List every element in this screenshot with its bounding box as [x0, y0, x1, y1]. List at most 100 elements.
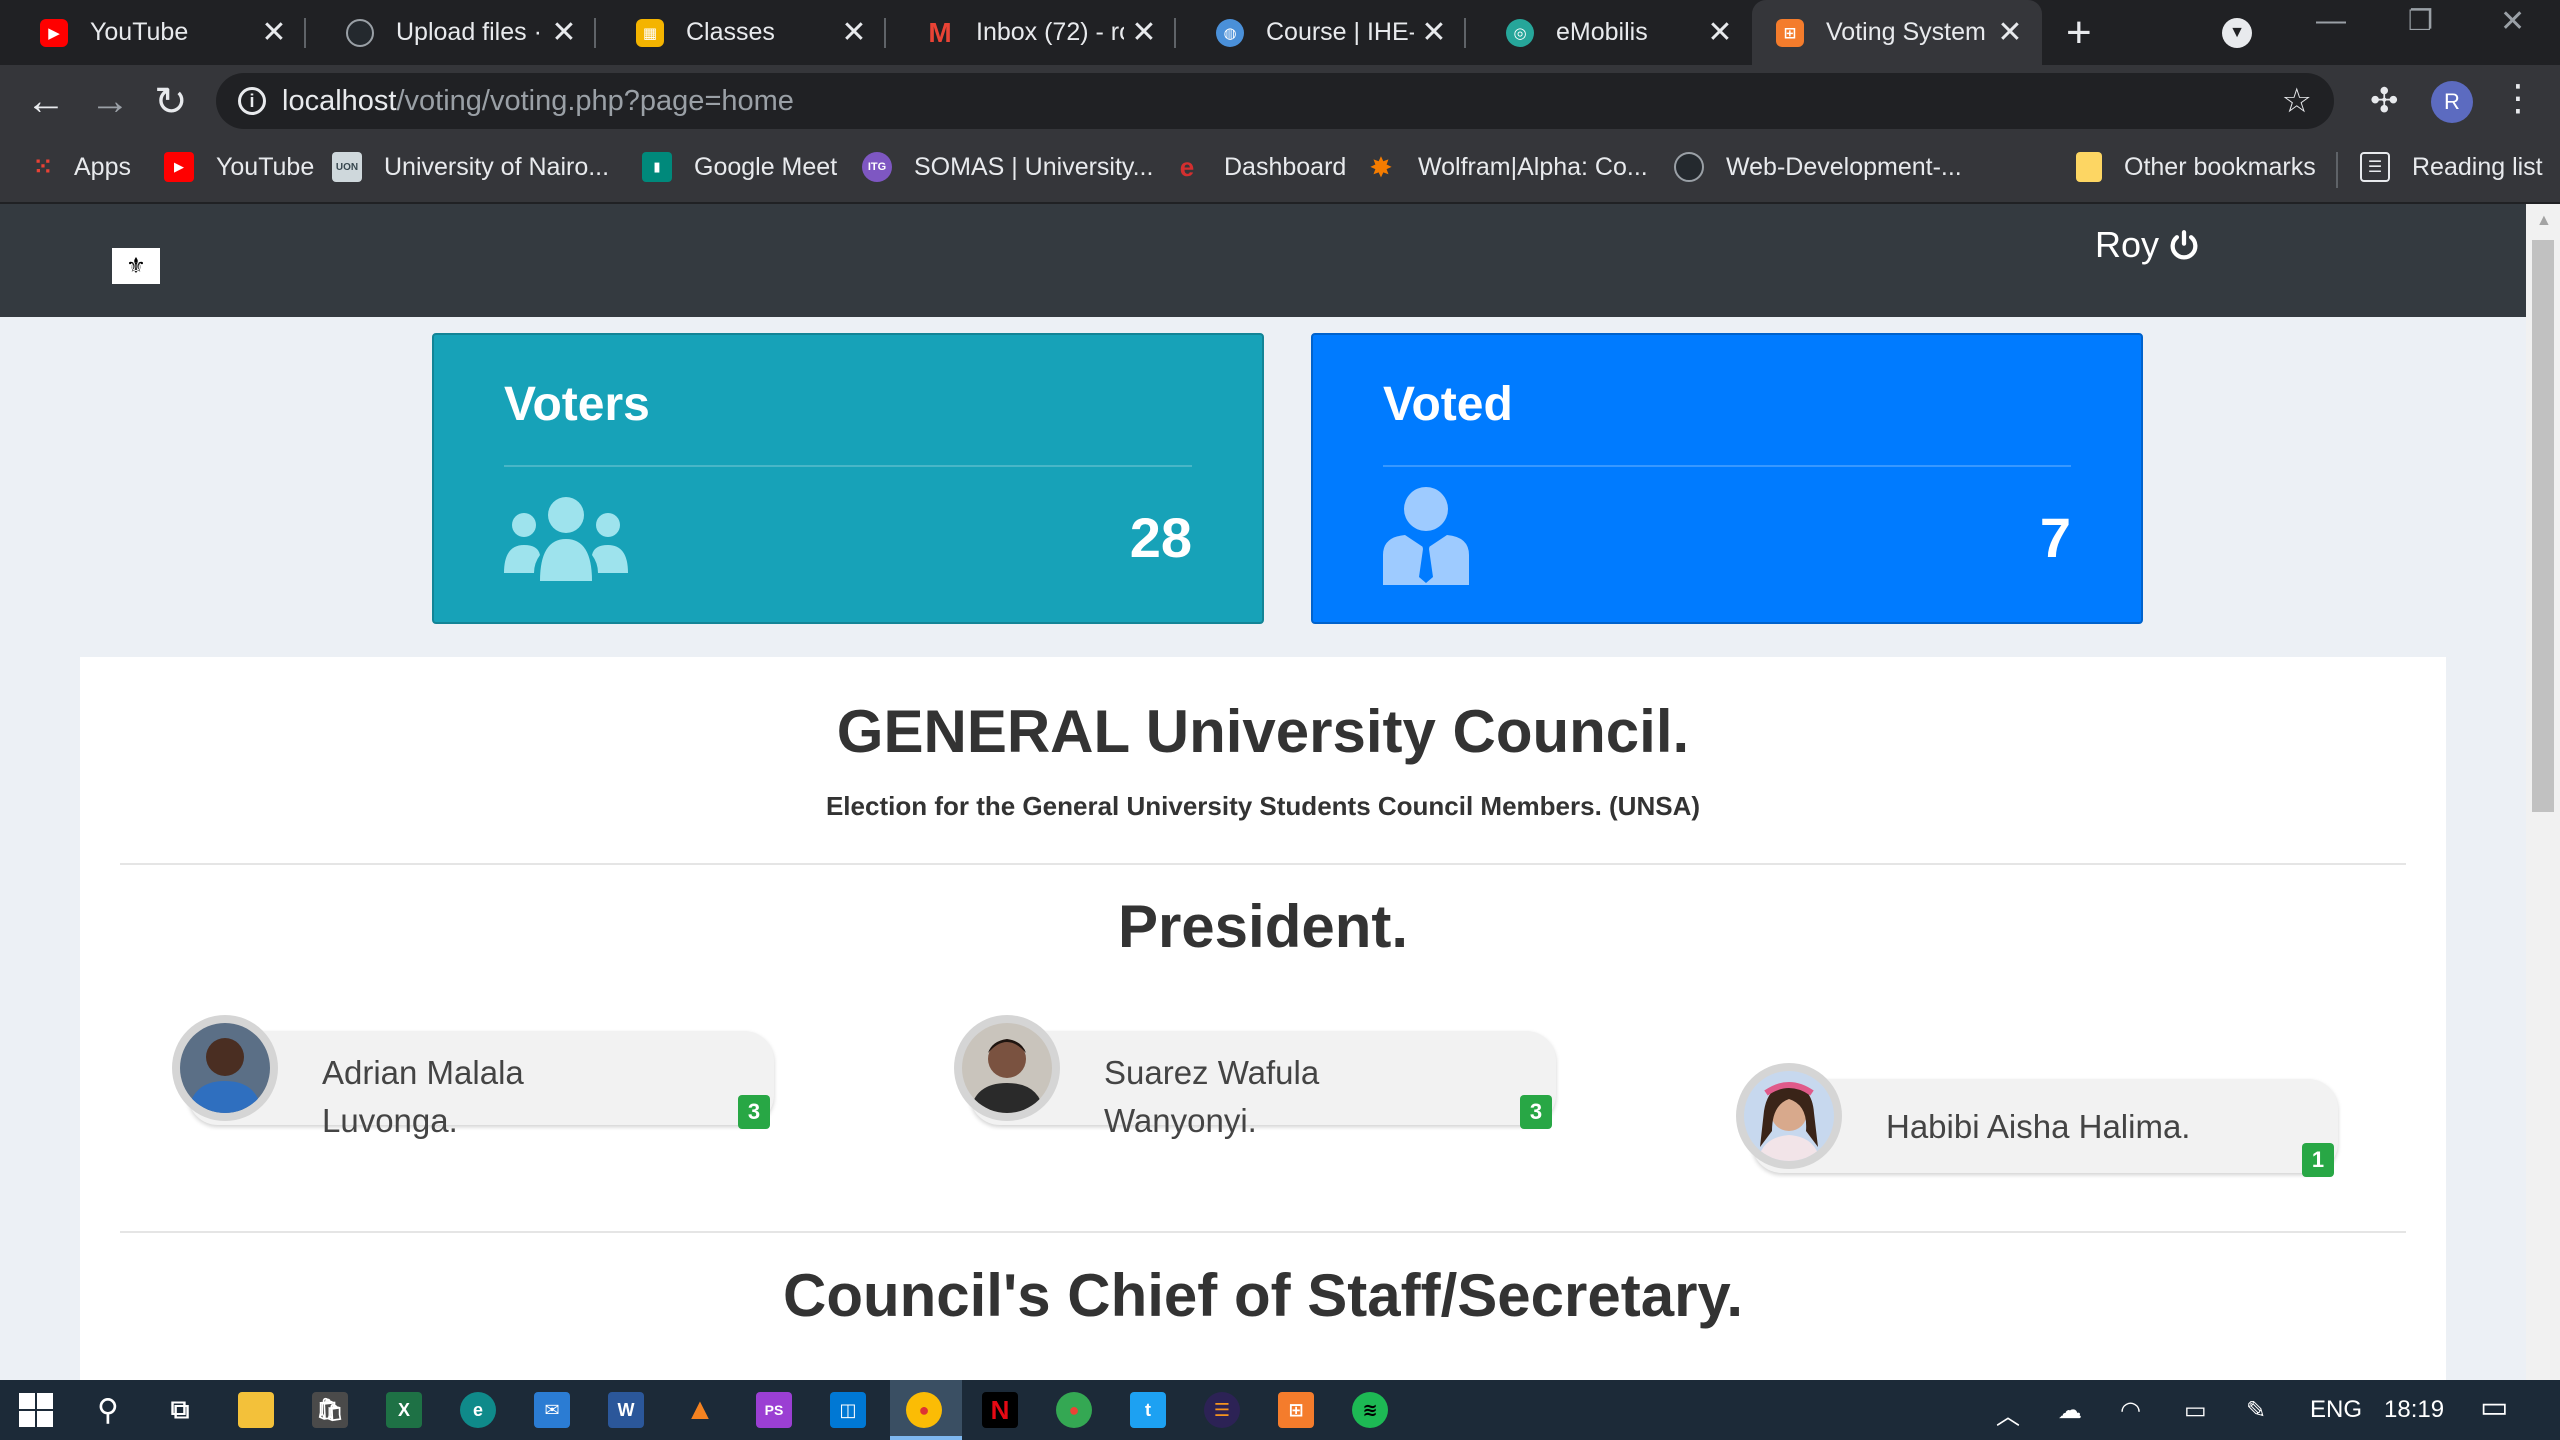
tab-gmail-inbox[interactable]: M Inbox (72) - ror ✕ [886, 0, 1176, 65]
twitter-icon[interactable]: t [1130, 1392, 1166, 1428]
bookmark-university-of-nairobi[interactable]: UON University of Nairo... [332, 152, 609, 182]
election-description: Election for the General University Stud… [825, 791, 1701, 821]
word-icon[interactable]: W [608, 1392, 644, 1428]
file-explorer-icon[interactable] [238, 1392, 274, 1428]
bookmark-wolfram-alpha[interactable]: ✸ Wolfram|Alpha: Co... [1366, 152, 1648, 183]
tab-github-upload[interactable]: Upload files · H ✕ [306, 0, 596, 65]
close-icon[interactable]: ✕ [1124, 15, 1164, 50]
candidate-name: Habibi Aisha Halima. [1886, 1108, 2191, 1145]
mail-icon[interactable]: ✉ [534, 1392, 570, 1428]
microsoft-store-icon[interactable]: 🛍 [312, 1392, 348, 1428]
user-menu[interactable]: Roy [2095, 224, 2201, 266]
tab-youtube[interactable]: ▶ YouTube ✕ [0, 0, 306, 65]
page-scrollbar[interactable]: ▲ [2526, 204, 2560, 1380]
bookmarks-bar: ⁙ Apps ▶ YouTube UON University of Nairo… [0, 140, 2560, 203]
browser-toolbar: ← → ↻ i localhost/voting/voting.php?page… [0, 65, 2560, 140]
tab-voting-system[interactable]: ⊞ Voting System ✕ [1752, 0, 2042, 65]
bookmark-youtube[interactable]: ▶ YouTube [164, 152, 314, 182]
reading-list[interactable]: ☰ Reading list [2360, 152, 2543, 182]
close-icon[interactable]: ✕ [834, 15, 874, 50]
candidate-avatar [962, 1023, 1052, 1113]
power-icon[interactable] [2167, 228, 2201, 262]
page-viewport: ⚜ Roy Voters 28 Voted 7 GENERAL Universi… [0, 204, 2526, 1380]
show-hidden-icons-chevron-icon[interactable]: ︿ [1996, 1396, 2020, 1431]
spotify-icon[interactable]: ≋ [1352, 1392, 1388, 1428]
extensions-puzzle-icon[interactable]: ✣ [2370, 81, 2399, 121]
action-center-notification-icon[interactable]: ▭ [2480, 1390, 2508, 1425]
chrome-icon[interactable]: ● [906, 1392, 942, 1428]
close-icon[interactable]: ✕ [1700, 15, 1740, 50]
battery-icon[interactable]: ▭ [2184, 1396, 2207, 1425]
task-view-icon[interactable]: ⧉ [162, 1392, 198, 1428]
candidate-card[interactable]: Suarez Wafula Wanyonyi. 3 [954, 1015, 1556, 1139]
back-icon[interactable]: ← [26, 79, 66, 124]
bookmark-google-meet[interactable]: ▮ Google Meet [642, 152, 837, 182]
bookmark-dashboard[interactable]: e Dashboard [1172, 152, 1347, 182]
phpstorm-icon[interactable]: PS [756, 1392, 792, 1428]
search-icon[interactable]: ⚲ [90, 1392, 126, 1428]
candidate-name: Adrian Malala Luvonga. [322, 1054, 524, 1139]
wifi-icon[interactable]: ◠ [2120, 1396, 2141, 1425]
voted-stat-card: Voted 7 [1311, 333, 2143, 624]
address-bar[interactable]: i localhost/voting/voting.php?page=home … [216, 73, 2334, 129]
user-name: Roy [2095, 224, 2160, 265]
tab-title: YouTube [90, 18, 189, 46]
forward-icon[interactable]: → [90, 79, 130, 124]
clock-time[interactable]: 18:19 [2384, 1396, 2444, 1424]
course-icon: ◍ [1216, 18, 1244, 47]
minimize-icon[interactable]: — [2316, 4, 2346, 38]
excel-icon[interactable]: X [386, 1392, 422, 1428]
itg-icon: ITG [862, 152, 892, 182]
onedrive-cloud-icon[interactable]: ☁ [2058, 1396, 2082, 1425]
reading-list-icon: ☰ [2360, 152, 2390, 182]
url-text[interactable]: localhost/voting/voting.php?page=home [282, 85, 794, 118]
chrome-menu-icon[interactable]: ⋮ [2500, 77, 2536, 119]
tab-title: Voting System [1826, 18, 1986, 46]
candidate-card[interactable]: Habibi Aisha Halima. 1 [1736, 1063, 2338, 1177]
bookmark-somas[interactable]: ITG SOMAS | University... [862, 152, 1153, 182]
window-close-icon[interactable]: ✕ [2500, 4, 2525, 39]
chrome-alt-icon[interactable]: ● [1056, 1392, 1092, 1428]
position-title-president: President. [1117, 893, 1409, 960]
close-icon[interactable]: ✕ [254, 15, 294, 50]
site-info-icon[interactable]: i [238, 87, 266, 115]
bookmark-web-development[interactable]: Web-Development-... [1674, 152, 1962, 182]
netflix-icon[interactable]: N [982, 1392, 1018, 1428]
tab-search-icon[interactable]: ▼ [2222, 18, 2252, 48]
windows-start-icon[interactable] [18, 1392, 54, 1428]
candidate-avatar [180, 1023, 270, 1113]
apps-grid-icon: ⁙ [33, 154, 53, 179]
language-indicator[interactable]: ENG [2310, 1396, 2362, 1424]
bookmark-label: Web-Development-... [1726, 152, 1962, 181]
position-title-chief-of-staff: Council's Chief of Staff/Secretary. [782, 1262, 1744, 1329]
tab-classes[interactable]: ▦ Classes ✕ [596, 0, 886, 65]
candidate-card[interactable]: Adrian Malala Luvonga. 3 [172, 1015, 774, 1139]
pen-workspace-icon[interactable]: ✎ [2246, 1396, 2266, 1425]
vlc-icon[interactable]: ▲ [682, 1392, 718, 1428]
site-navbar: ⚜ Roy [0, 204, 2526, 317]
tab-course[interactable]: ◍ Course | IHE-01 ✕ [1176, 0, 1466, 65]
bookmark-label: Apps [74, 152, 131, 181]
close-icon[interactable]: ✕ [1414, 15, 1454, 50]
restore-icon[interactable]: ❐ [2408, 4, 2433, 37]
site-logo[interactable]: ⚜ [112, 248, 160, 284]
new-tab-icon[interactable]: + [2066, 8, 2092, 58]
close-icon[interactable]: ✕ [544, 15, 584, 50]
close-icon[interactable]: ✕ [1990, 15, 2030, 50]
edge-icon[interactable]: e [460, 1392, 496, 1428]
reload-icon[interactable]: ↻ [154, 79, 188, 125]
bookmark-other-bookmarks[interactable]: Other bookmarks [2076, 152, 2316, 182]
xampp-icon[interactable]: ⊞ [1278, 1392, 1314, 1428]
gmail-icon: M [928, 16, 952, 48]
bookmark-star-icon[interactable]: ☆ [2282, 81, 2312, 121]
classroom-icon: ▦ [636, 18, 664, 47]
scroll-up-icon[interactable]: ▲ [2536, 212, 2552, 230]
bookmark-label: Wolfram|Alpha: Co... [1418, 152, 1648, 181]
bookmark-apps[interactable]: ⁙ Apps [28, 152, 131, 182]
profile-avatar[interactable]: R [2431, 81, 2473, 123]
photos-icon[interactable]: ◫ [830, 1392, 866, 1428]
tab-strip: ▶ YouTube ✕ Upload files · H ✕ ▦ Classes… [0, 0, 2560, 65]
tab-emobilis[interactable]: ◎ eMobilis ✕ [1466, 0, 1752, 65]
eclipse-icon[interactable]: ☰ [1204, 1392, 1240, 1428]
scrollbar-thumb[interactable] [2532, 240, 2554, 812]
